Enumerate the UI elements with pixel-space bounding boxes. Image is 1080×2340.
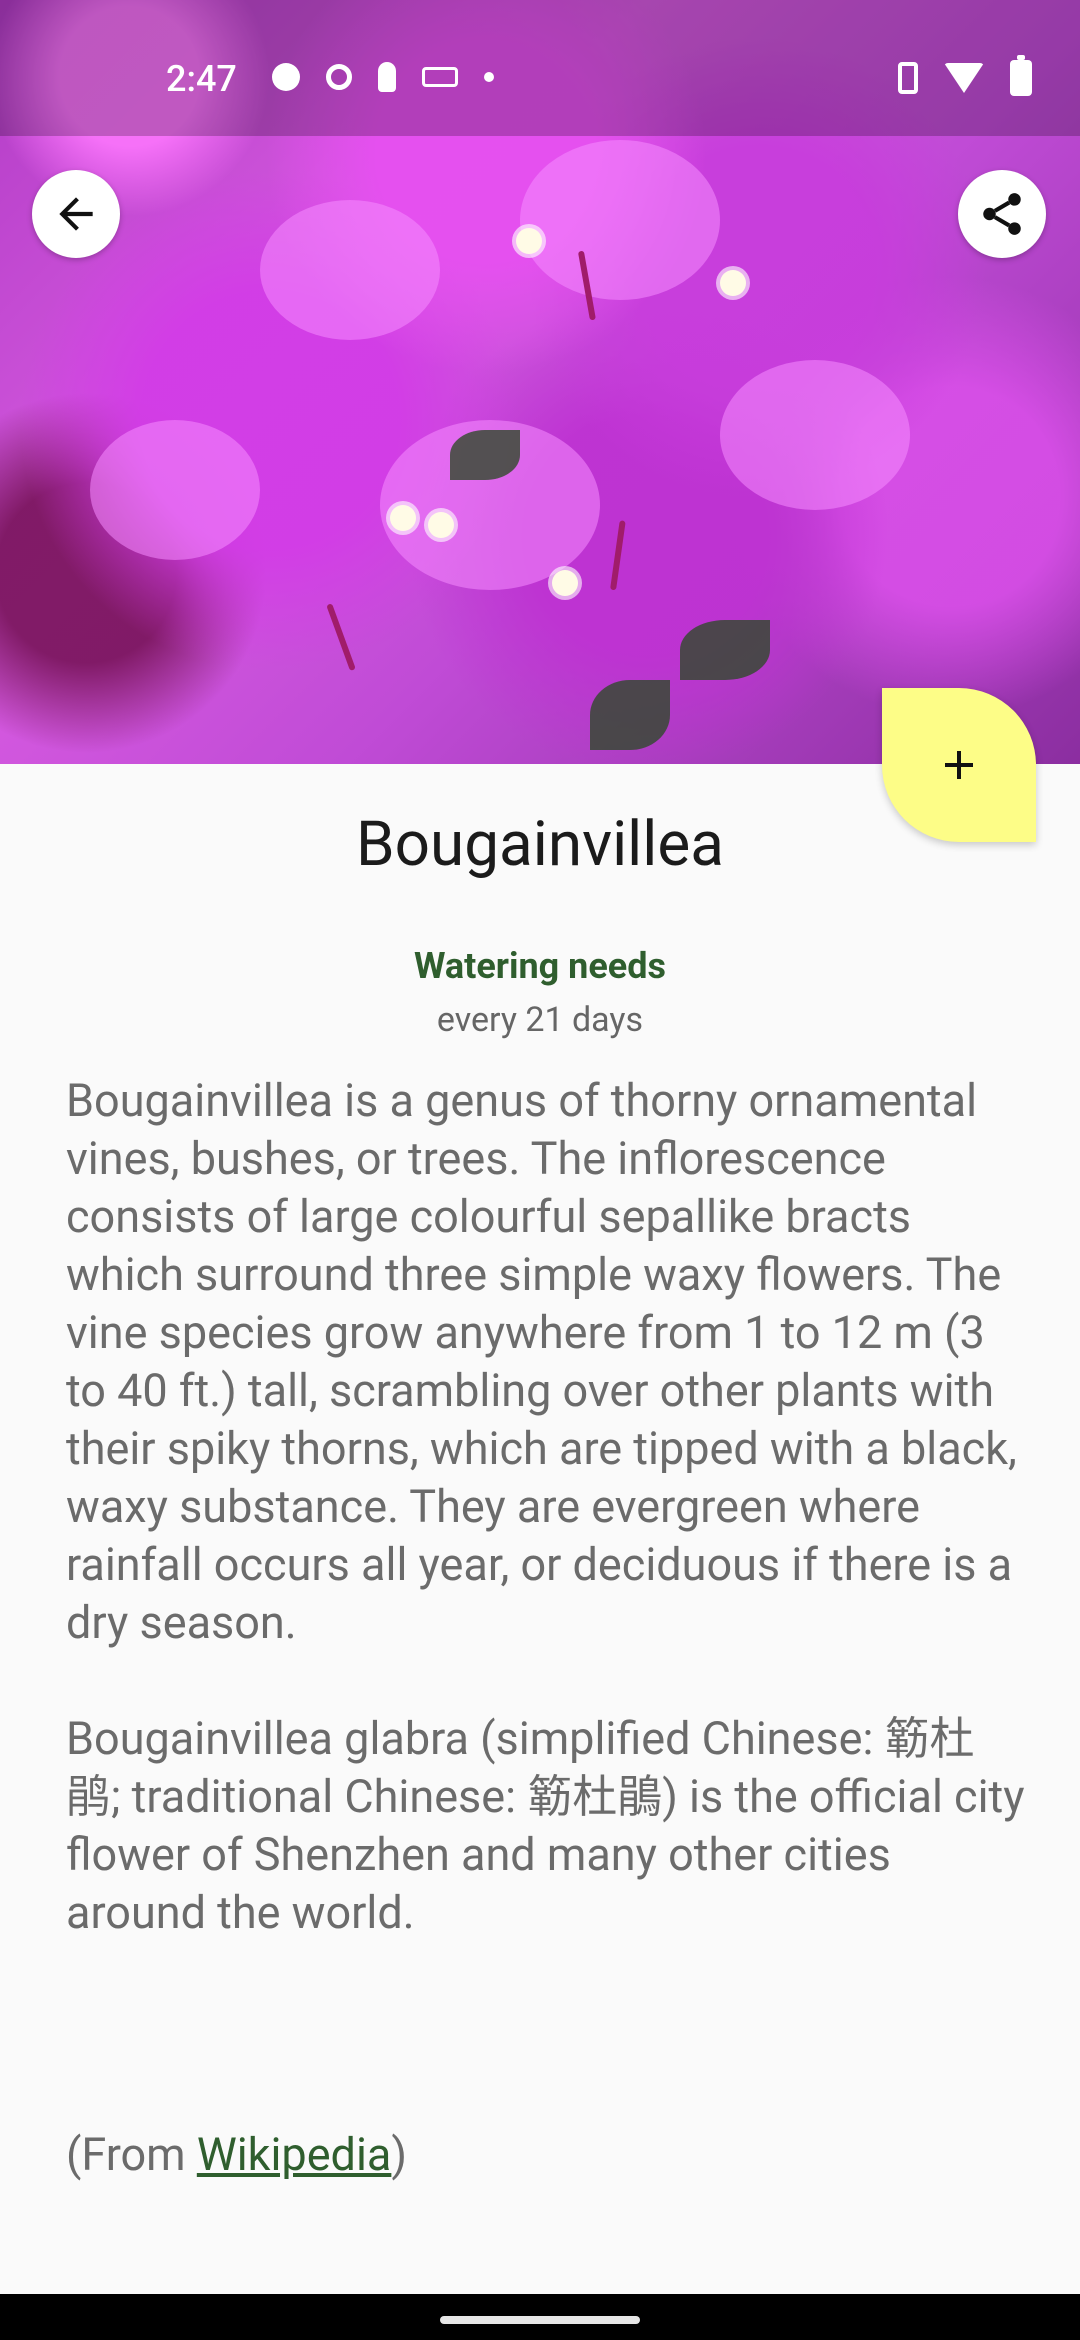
wikipedia-link[interactable]: Wikipedia [197, 2128, 392, 2181]
status-left-icons [272, 62, 494, 92]
plant-name: Bougainvillea [356, 808, 724, 881]
share-icon [983, 193, 1021, 235]
back-button[interactable] [32, 170, 120, 258]
battery-icon [1010, 55, 1032, 96]
status-bar: 2:47 [0, 0, 1080, 136]
notification-dot-icon [484, 72, 494, 82]
plus-icon [945, 751, 973, 779]
watering-value: every 21 days [436, 1000, 644, 1040]
source-attribution: (From Wikipedia) [66, 2128, 407, 2181]
vibrate-icon [898, 62, 918, 94]
data-transfer-icon [422, 67, 458, 87]
plant-description: Bougainvillea is a genus of thorny ornam… [66, 1072, 1026, 2000]
status-time: 2:47 [166, 58, 237, 100]
status-right-icons [898, 55, 1032, 96]
share-button[interactable] [958, 170, 1046, 258]
theme-status-icon [272, 63, 300, 91]
arrow-back-icon [59, 197, 93, 231]
watering-label: Watering needs [413, 945, 667, 987]
person-icon [378, 62, 396, 92]
gesture-handle[interactable] [440, 2316, 640, 2324]
description-paragraph-1: Bougainvillea is a genus of thorny ornam… [66, 1074, 1017, 1649]
description-paragraph-2: Bougainvillea glabra (simplified Chinese… [66, 1712, 1025, 1939]
source-prefix: (From [66, 2128, 197, 2181]
screen-record-icon [326, 64, 352, 90]
source-suffix: ) [391, 2128, 408, 2181]
wifi-icon [944, 63, 984, 93]
